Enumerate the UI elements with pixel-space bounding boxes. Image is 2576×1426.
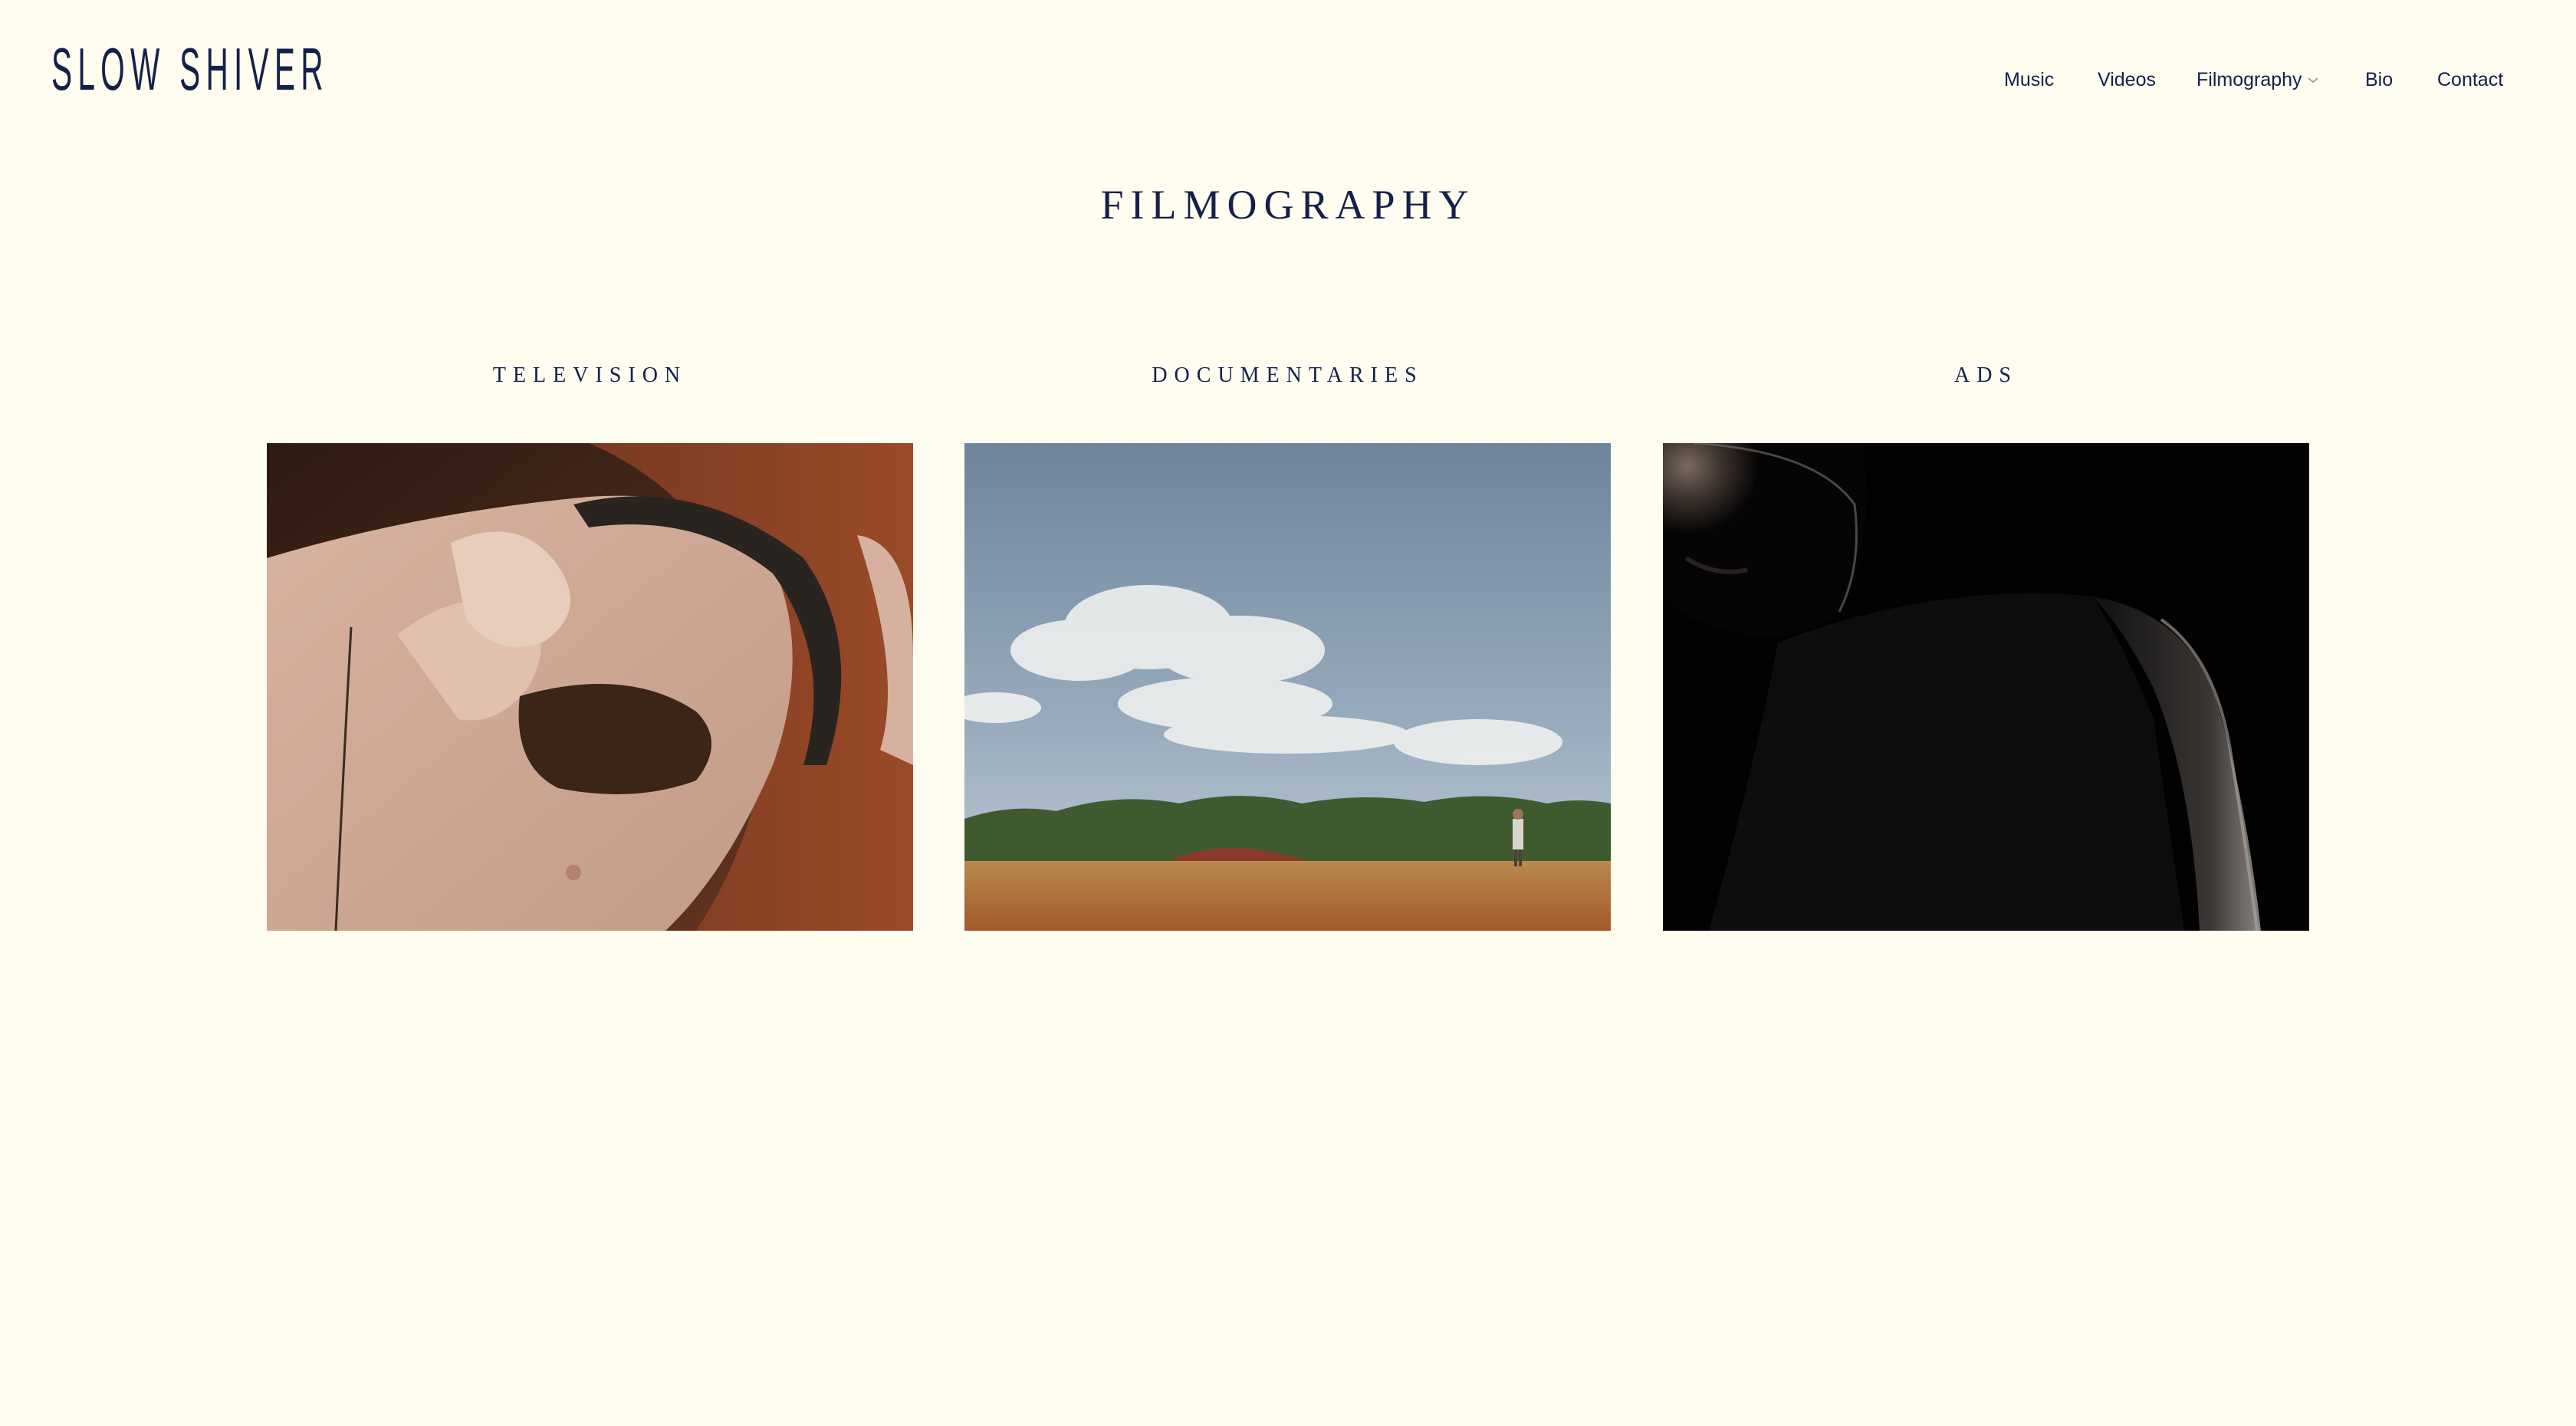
category-label-documentaries[interactable]: DOCUMENTARIES xyxy=(964,360,1611,391)
category-label-television[interactable]: TELEVISION xyxy=(267,360,913,391)
category-documentaries: DOCUMENTARIES xyxy=(964,360,1611,931)
nav-link-bio[interactable]: Bio xyxy=(2365,64,2393,95)
category-label-ads[interactable]: ADS xyxy=(1663,360,2309,391)
ads-thumbnail[interactable] xyxy=(1663,443,2309,931)
documentaries-thumbnail[interactable] xyxy=(964,443,1611,931)
page-title: FILMOGRAPHY xyxy=(1100,182,1476,228)
chevron-down-icon xyxy=(2308,77,2318,84)
television-thumbnail[interactable] xyxy=(267,443,913,931)
site-logo[interactable]: SLOW SHIVER xyxy=(51,31,329,107)
television-image xyxy=(267,443,913,931)
nav-link-filmography-label: Filmography xyxy=(2196,69,2302,90)
nav-link-music[interactable]: Music xyxy=(2004,64,2054,95)
nav-link-videos[interactable]: Videos xyxy=(2098,64,2156,95)
ads-image xyxy=(1663,443,2309,931)
documentaries-image xyxy=(964,443,1611,931)
category-television: TELEVISION xyxy=(267,360,913,931)
category-ads: ADS xyxy=(1663,360,2309,931)
nav-link-contact[interactable]: Contact xyxy=(2437,64,2503,95)
nav-link-filmography[interactable]: Filmography xyxy=(2196,64,2319,95)
